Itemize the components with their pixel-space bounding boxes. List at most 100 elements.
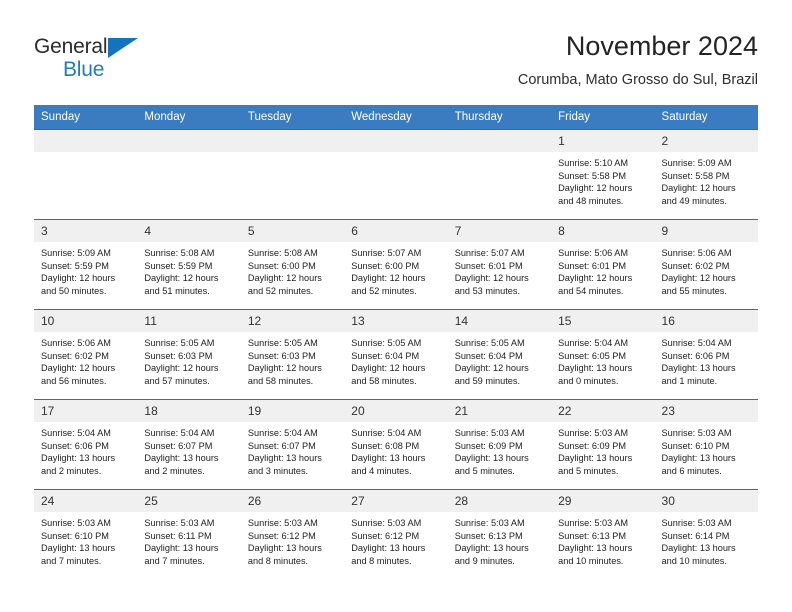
calendar-day-cell[interactable]: 8 Sunrise: 5:06 AM Sunset: 6:01 PM Daylight… [551,219,655,310]
day-sun-info: Sunrise: 5:03 AM Sunset: 6:13 PM Daylight:… [448,512,551,567]
day-sun-info: Sunrise: 5:03 AM Sunset: 6:12 PM Daylight:… [344,512,447,567]
calendar-day-cell[interactable]: 28 Sunrise: 5:03 AM Sunset: 6:13 PM Dayligh… [447,489,552,580]
calendar-day-cell[interactable]: 26 Sunrise: 5:03 AM Sunset: 6:12 PM Dayligh… [240,489,345,580]
sunset-text: Sunset: 5:58 PM [558,170,627,181]
day-number: 24 [34,490,138,512]
sunrise-text: Sunrise: 5:08 AM [247,248,318,258]
calendar-day-cell[interactable]: 1 Sunrise: 5:10 AM Sunset: 5:58 PM Daylight… [551,129,655,220]
sunrise-text: Sunrise: 5:05 AM [144,338,215,348]
sunset-text: Sunset: 6:03 PM [247,350,316,361]
sunrise-text: Sunrise: 5:03 AM [454,518,525,528]
daylight-text-line2: and 7 minutes. [144,555,205,566]
day-number [344,130,448,152]
sunset-text: Sunset: 6:08 PM [351,440,420,451]
calendar-day-cell-empty [344,129,448,220]
calendar-day-cell[interactable]: 18 Sunrise: 5:04 AM Sunset: 6:07 PM Dayligh… [137,399,241,490]
calendar-day-cell[interactable]: 21 Sunrise: 5:03 AM Sunset: 6:09 PM Dayligh… [447,399,552,490]
calendar-day-cell[interactable]: 10 Sunrise: 5:06 AM Sunset: 6:02 PM Dayligh… [34,309,138,400]
daylight-text-line2: and 54 minutes. [558,285,624,296]
brand-logo[interactable]: General Blue [34,28,164,81]
sunrise-text: Sunrise: 5:04 AM [41,428,111,438]
sunrise-text: Sunrise: 5:04 AM [558,338,629,348]
calendar-day-cell[interactable]: 14 Sunrise: 5:05 AM Sunset: 6:04 PM Dayligh… [447,309,552,400]
calendar-day-cell[interactable]: 27 Sunrise: 5:03 AM Sunset: 6:12 PM Dayligh… [344,489,448,580]
calendar-day-cell[interactable]: 6 Sunrise: 5:07 AM Sunset: 6:00 PM Daylight… [344,219,448,310]
day-number: 12 [240,310,345,332]
calendar-day-cell[interactable]: 11 Sunrise: 5:05 AM Sunset: 6:03 PM Dayligh… [137,309,241,400]
sunset-text: Sunset: 6:06 PM [661,350,730,361]
daylight-text-line1: Daylight: 12 hours [661,273,736,284]
sunset-text: Sunset: 6:01 PM [558,260,627,271]
daylight-text-line1: Daylight: 12 hours [41,363,116,374]
sunrise-text: Sunrise: 5:03 AM [558,428,629,438]
day-number: 11 [137,310,241,332]
day-number: 22 [551,400,655,422]
day-number: 13 [344,310,448,332]
calendar-day-cell[interactable]: 25 Sunrise: 5:03 AM Sunset: 6:11 PM Dayligh… [137,489,241,580]
brand-name-general: General [34,35,108,58]
calendar-day-cell[interactable]: 3 Sunrise: 5:09 AM Sunset: 5:59 PM Daylight… [34,219,138,310]
calendar-day-cell[interactable]: 12 Sunrise: 5:05 AM Sunset: 6:03 PM Dayligh… [240,309,345,400]
sunset-text: Sunset: 6:07 PM [144,440,213,451]
daylight-text-line1: Daylight: 13 hours [144,543,219,554]
daylight-text-line1: Daylight: 13 hours [454,453,529,464]
daylight-text-line2: and 5 minutes. [454,465,515,476]
sunrise-text: Sunrise: 5:03 AM [351,518,422,528]
daylight-text-line2: and 57 minutes. [144,375,210,386]
sunset-text: Sunset: 6:04 PM [454,350,523,361]
day-number [447,130,552,152]
sunset-text: Sunset: 6:11 PM [144,530,212,541]
calendar-day-cell[interactable]: 13 Sunrise: 5:05 AM Sunset: 6:04 PM Dayligh… [344,309,448,400]
calendar-day-cell[interactable]: 2 Sunrise: 5:09 AM Sunset: 5:58 PM Daylight… [654,129,758,220]
day-number: 15 [551,310,655,332]
daylight-text-line1: Daylight: 12 hours [41,273,116,284]
daylight-text-line2: and 51 minutes. [144,285,210,296]
weekday-header-tuesday: Tuesday [240,105,345,130]
day-sun-info: Sunrise: 5:06 AM Sunset: 6:02 PM Daylight:… [34,332,137,387]
day-sun-info: Sunrise: 5:09 AM Sunset: 5:59 PM Daylight:… [34,242,137,297]
daylight-text-line1: Daylight: 13 hours [247,453,322,464]
day-sun-info: Sunrise: 5:03 AM Sunset: 6:11 PM Daylight:… [137,512,240,567]
daylight-text-line1: Daylight: 13 hours [661,543,736,554]
sunset-text: Sunset: 6:10 PM [661,440,730,451]
calendar-header-row-group: Sunday Monday Tuesday Wednesday Thursday Frid… [34,105,758,130]
calendar-day-cell[interactable]: 9 Sunrise: 5:06 AM Sunset: 6:02 PM Daylight… [654,219,758,310]
sunrise-text: Sunrise: 5:04 AM [351,428,422,438]
daylight-text-line1: Daylight: 12 hours [351,363,426,374]
calendar-day-cell[interactable]: 20 Sunrise: 5:04 AM Sunset: 6:08 PM Dayligh… [344,399,448,490]
sunrise-text: Sunrise: 5:03 AM [41,518,111,528]
sunset-text: Sunset: 5:59 PM [41,260,109,271]
calendar-day-cell[interactable]: 23 Sunrise: 5:03 AM Sunset: 6:10 PM Dayligh… [654,399,758,490]
daylight-text-line1: Daylight: 13 hours [661,453,736,464]
calendar-day-cell[interactable]: 29 Sunrise: 5:03 AM Sunset: 6:13 PM Dayligh… [551,489,655,580]
calendar-day-cell[interactable]: 4 Sunrise: 5:08 AM Sunset: 5:59 PM Daylight… [137,219,241,310]
calendar-day-cell[interactable]: 17 Sunrise: 5:04 AM Sunset: 6:06 PM Dayligh… [34,399,138,490]
calendar-day-cell[interactable]: 7 Sunrise: 5:07 AM Sunset: 6:01 PM Daylight… [447,219,552,310]
calendar-week-row: 10 Sunrise: 5:06 AM Sunset: 6:02 PM Dayligh… [34,309,758,400]
day-sun-info: Sunrise: 5:07 AM Sunset: 6:01 PM Daylight:… [448,242,551,297]
calendar-week-row: 17 Sunrise: 5:04 AM Sunset: 6:06 PM Dayligh… [34,399,758,490]
sunset-text: Sunset: 6:14 PM [661,530,730,541]
sunset-text: Sunset: 6:00 PM [247,260,316,271]
calendar-day-cell[interactable]: 19 Sunrise: 5:04 AM Sunset: 6:07 PM Dayligh… [240,399,345,490]
day-sun-info: Sunrise: 5:03 AM Sunset: 6:12 PM Daylight:… [241,512,344,567]
calendar-day-cell[interactable]: 16 Sunrise: 5:04 AM Sunset: 6:06 PM Dayligh… [654,309,758,400]
location-subtitle: Corumba, Mato Grosso do Sul, Brazil [517,72,758,88]
calendar-day-cell[interactable]: 22 Sunrise: 5:03 AM Sunset: 6:09 PM Dayligh… [551,399,655,490]
daylight-text-line1: Daylight: 12 hours [661,183,736,194]
calendar-week-row: 24 Sunrise: 5:03 AM Sunset: 6:10 PM Dayligh… [34,489,758,580]
sunset-text: Sunset: 6:06 PM [41,440,109,451]
daylight-text-line2: and 48 minutes. [558,195,624,206]
day-sun-info: Sunrise: 5:10 AM Sunset: 5:58 PM Daylight:… [551,152,654,207]
calendar-body: 1 Sunrise: 5:10 AM Sunset: 5:58 PM Daylight… [34,129,758,580]
calendar-day-cell[interactable]: 30 Sunrise: 5:03 AM Sunset: 6:14 PM Dayligh… [654,489,758,580]
calendar-day-cell[interactable]: 24 Sunrise: 5:03 AM Sunset: 6:10 PM Dayligh… [34,489,138,580]
daylight-text-line1: Daylight: 12 hours [454,273,529,284]
calendar-day-cell[interactable]: 5 Sunrise: 5:08 AM Sunset: 6:00 PM Daylight… [240,219,345,310]
day-sun-info: Sunrise: 5:04 AM Sunset: 6:05 PM Daylight:… [551,332,654,387]
calendar-week-row: 1 Sunrise: 5:10 AM Sunset: 5:58 PM Daylight… [34,129,758,220]
calendar-day-cell-empty [447,129,552,220]
daylight-text-line2: and 5 minutes. [558,465,619,476]
day-sun-info: Sunrise: 5:09 AM Sunset: 5:58 PM Daylight:… [655,152,758,207]
calendar-day-cell[interactable]: 15 Sunrise: 5:04 AM Sunset: 6:05 PM Dayligh… [551,309,655,400]
